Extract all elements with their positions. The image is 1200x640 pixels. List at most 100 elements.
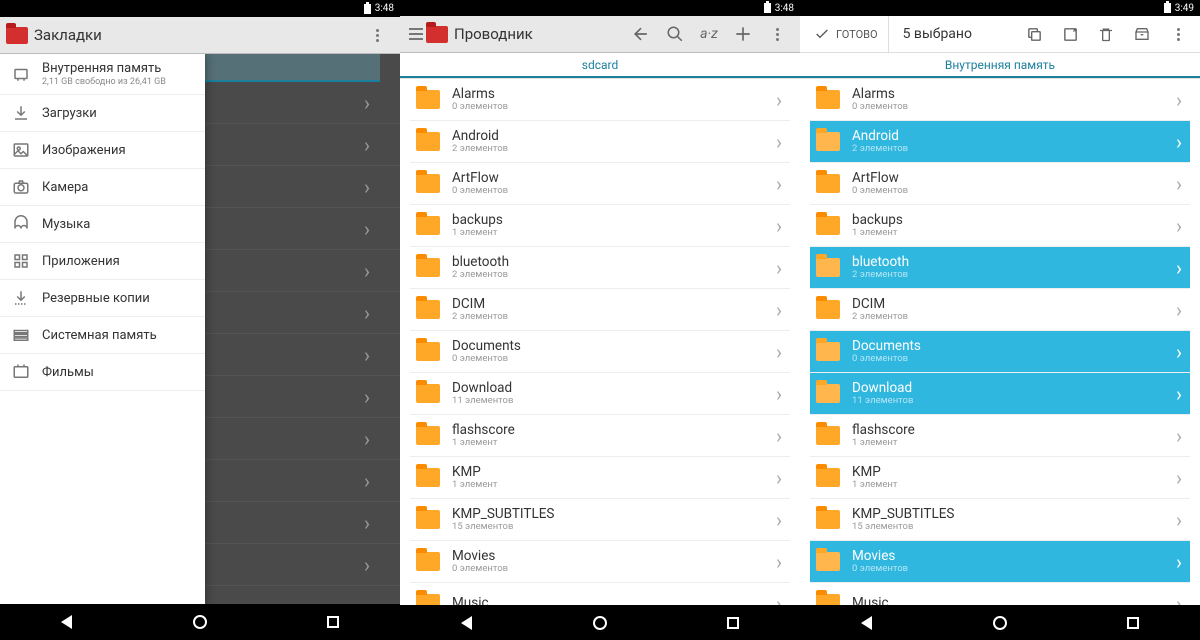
folder-row[interactable]: Android2 элементов › — [810, 121, 1190, 163]
folder-icon — [416, 174, 440, 193]
folder-row[interactable]: backups1 элемент › — [810, 205, 1190, 247]
folder-icon — [416, 594, 440, 605]
done-button[interactable]: ГОТОВО — [804, 16, 889, 52]
search-icon[interactable] — [658, 16, 692, 53]
sidebar-item-system[interactable]: Системная память — [0, 317, 205, 354]
chevron-right-icon: › — [776, 508, 790, 532]
pane-bookmarks: 3:48 Закладки ›››››››››››› Внутренняя па… — [0, 0, 400, 640]
battery-icon — [764, 3, 771, 13]
chevron-right-icon: › — [776, 130, 790, 154]
cut-icon[interactable] — [1052, 16, 1088, 53]
folder-row[interactable]: Documents0 элементов › — [810, 331, 1190, 373]
folder-row[interactable]: KMP1 элемент › — [810, 457, 1190, 499]
folder-row[interactable]: Music › — [410, 583, 790, 605]
folder-sub: 2 элементов — [852, 270, 1176, 281]
sidebar-item-download[interactable]: Загрузки — [0, 95, 205, 132]
drawer-toggle-icon[interactable] — [406, 16, 426, 53]
folder-icon — [416, 510, 440, 529]
folder-row[interactable]: bluetooth2 элементов › — [410, 247, 790, 289]
nav-home-icon[interactable] — [589, 612, 611, 634]
nav-back-icon[interactable] — [56, 611, 78, 633]
nav-home-icon[interactable] — [189, 611, 211, 633]
folder-icon — [416, 258, 440, 277]
sidebar-item-backup[interactable]: Резервные копии — [0, 280, 205, 317]
nav-recent-icon[interactable] — [722, 612, 744, 634]
folder-sub: 15 элементов — [452, 522, 776, 533]
folder-name: DCIM — [452, 297, 776, 313]
back-icon[interactable] — [624, 16, 658, 53]
chevron-right-icon: › — [776, 382, 790, 406]
chevron-right-icon: › — [1176, 340, 1190, 364]
folder-row[interactable]: Documents0 элементов › — [410, 331, 790, 373]
nav-back-icon[interactable] — [856, 612, 878, 634]
sidebar-item-movies[interactable]: Фильмы — [0, 354, 205, 391]
overflow-menu-icon[interactable] — [760, 16, 794, 53]
folder-sub: 2 элементов — [452, 270, 776, 281]
nav-back-icon[interactable] — [456, 612, 478, 634]
sort-icon[interactable]: a·z — [692, 16, 726, 53]
sidebar-item-label: Системная память — [42, 328, 195, 343]
folder-row[interactable]: ArtFlow0 элементов › — [810, 163, 1190, 205]
chevron-right-icon: › — [1176, 256, 1190, 280]
folder-name: Download — [452, 381, 776, 397]
nav-recent-icon[interactable] — [322, 611, 344, 633]
sidebar-item-camera[interactable]: Камера — [0, 169, 205, 206]
statusbar: 3:48 — [0, 0, 400, 17]
chevron-right-icon: › — [1176, 298, 1190, 322]
folder-row[interactable]: Android2 элементов › — [410, 121, 790, 163]
folder-row[interactable]: DCIM2 элементов › — [810, 289, 1190, 331]
folder-row[interactable]: KMP1 элемент › — [410, 457, 790, 499]
overflow-menu-icon[interactable] — [360, 17, 394, 54]
movies-icon — [10, 361, 32, 383]
nav-recent-icon[interactable] — [1122, 612, 1144, 634]
folder-sub: 15 элементов — [852, 522, 1176, 533]
folder-row[interactable]: Alarms0 элементов › — [410, 79, 790, 121]
overflow-menu-icon[interactable] — [1160, 16, 1196, 53]
folder-row[interactable]: KMP_SUBTITLES15 элементов › — [810, 499, 1190, 541]
folder-row[interactable]: Alarms0 элементов › — [810, 79, 1190, 121]
folder-icon — [416, 90, 440, 109]
toolbar-title: Проводник — [454, 25, 624, 43]
breadcrumb-tab[interactable]: sdcard — [400, 53, 800, 78]
sidebar-item-image[interactable]: Изображения — [0, 132, 205, 169]
folder-row[interactable]: KMP_SUBTITLES15 элементов › — [410, 499, 790, 541]
folder-sub: 1 элемент — [852, 438, 1176, 449]
sidebar-item-music[interactable]: Музыка — [0, 206, 205, 243]
folder-row[interactable]: Movies0 элементов › — [410, 541, 790, 583]
folder-icon — [816, 384, 840, 403]
folder-row[interactable]: bluetooth2 элементов › — [810, 247, 1190, 289]
folder-sub: 0 элементов — [452, 564, 776, 575]
folder-icon — [816, 132, 840, 151]
chevron-right-icon: › — [776, 214, 790, 238]
statusbar: 3:49 — [800, 0, 1200, 16]
folder-name: bluetooth — [852, 255, 1176, 271]
copy-icon[interactable] — [1016, 16, 1052, 53]
app-folder-icon[interactable] — [6, 27, 28, 44]
folder-row[interactable]: Music › — [810, 583, 1190, 605]
folder-name: backups — [852, 213, 1176, 229]
folder-row[interactable]: ArtFlow0 элементов › — [410, 163, 790, 205]
folder-row[interactable]: flashscore1 элемент › — [410, 415, 790, 457]
folder-row[interactable]: flashscore1 элемент › — [810, 415, 1190, 457]
sidebar-item-apps[interactable]: Приложения — [0, 243, 205, 280]
status-time: 3:49 — [1175, 3, 1194, 14]
done-label: ГОТОВО — [836, 28, 878, 41]
folder-sub: 2 элементов — [852, 312, 1176, 323]
folder-row[interactable]: DCIM2 элементов › — [410, 289, 790, 331]
chevron-right-icon: › — [776, 88, 790, 112]
archive-icon[interactable] — [1124, 16, 1160, 53]
camera-icon — [10, 176, 32, 198]
sidebar-item-storage[interactable]: Внутренняя память2,11 GB свободно из 26,… — [0, 54, 205, 95]
folder-row[interactable]: Download11 элементов › — [410, 373, 790, 415]
folder-name: Music — [452, 596, 776, 605]
folder-row[interactable]: backups1 элемент › — [410, 205, 790, 247]
folder-row[interactable]: Download11 элементов › — [810, 373, 1190, 415]
nav-home-icon[interactable] — [989, 612, 1011, 634]
folder-name: bluetooth — [452, 255, 776, 271]
app-folder-icon[interactable] — [426, 26, 448, 43]
add-icon[interactable] — [726, 16, 760, 53]
breadcrumb-tab[interactable]: Внутренняя память — [800, 53, 1200, 78]
sidebar-item-label: Музыка — [42, 217, 195, 232]
delete-icon[interactable] — [1088, 16, 1124, 53]
folder-row[interactable]: Movies0 элементов › — [810, 541, 1190, 583]
